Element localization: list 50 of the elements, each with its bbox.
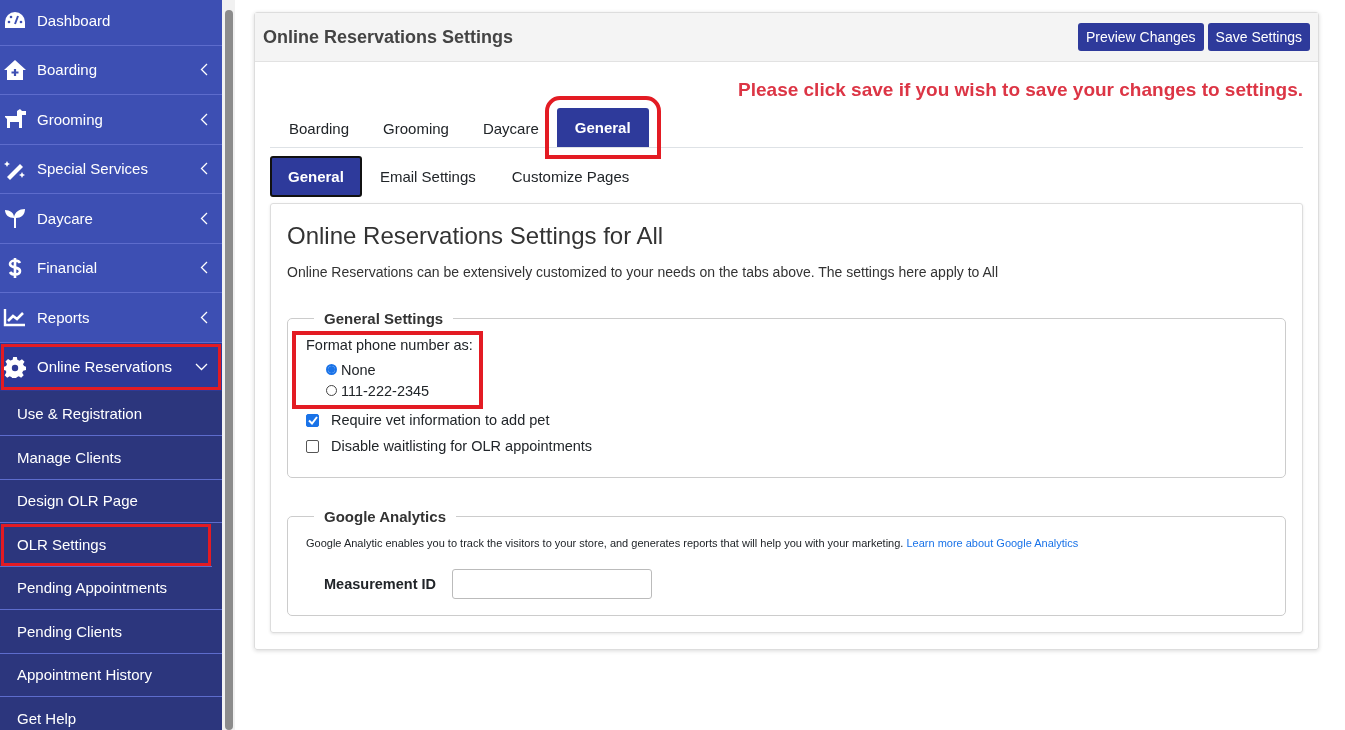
- gauge-icon: [3, 10, 27, 31]
- checkbox-label: Require vet information to add pet: [331, 412, 550, 428]
- chevron-left-icon: [200, 112, 208, 126]
- checkbox[interactable]: [306, 439, 319, 453]
- gear-icon: [3, 355, 27, 378]
- option-label: None: [341, 361, 376, 378]
- chevron-left-icon: [200, 310, 208, 324]
- measurement-id-field[interactable]: [452, 569, 652, 599]
- save-notice: Please click save if you wish to save your changes to settings.: [737, 78, 1303, 101]
- sidebar-item[interactable]: Dashboard: [0, 0, 222, 46]
- preview-button[interactable]: Preview Changes: [1077, 23, 1204, 51]
- tab[interactable]: Boarding: [272, 110, 367, 147]
- chevron-left-icon: [200, 261, 208, 275]
- dog-icon: [3, 108, 27, 131]
- tab[interactable]: General: [556, 108, 649, 147]
- chevron-left-icon: [200, 211, 208, 225]
- checkbox-label: Disable waitlisting for OLR appointments: [331, 438, 593, 454]
- subtab[interactable]: Customize Pages: [493, 156, 648, 197]
- sidebar-item[interactable]: Daycare: [0, 194, 222, 244]
- chevron-down-icon: [195, 362, 208, 371]
- learn-more-link[interactable]: Learn more about Google Analytics: [906, 537, 1079, 549]
- sidebar-item[interactable]: Online Reservations: [0, 342, 222, 391]
- tab[interactable]: Grooming: [366, 110, 466, 147]
- field-label: Measurement ID: [324, 576, 436, 592]
- card-heading: Online Reservations Settings for All: [287, 222, 665, 250]
- tab[interactable]: Daycare: [465, 110, 556, 147]
- chevron-left-icon: [200, 162, 208, 176]
- sidebar-item[interactable]: Grooming: [0, 95, 222, 145]
- line-chart-icon: [3, 306, 27, 329]
- field-label: Format phone number as:: [306, 337, 473, 353]
- chevron-left-icon: [200, 63, 208, 77]
- scrollbar[interactable]: [222, 0, 235, 730]
- subtab[interactable]: Email Settings: [361, 156, 494, 197]
- sidebar-item[interactable]: Special Services: [0, 144, 222, 194]
- sidebar-item[interactable]: Reports: [0, 293, 222, 343]
- panel-title: Online Reservations Settings: [263, 26, 514, 48]
- sidebar-item[interactable]: Boarding: [0, 45, 222, 95]
- analytics-description: Google Analytic enables you to track the visitors to your store, and generates reports that will help you with your marketing. Learn more about Google Analytics: [306, 537, 1080, 549]
- sprout-icon: [3, 207, 27, 230]
- sidebar-item[interactable]: Financial: [0, 243, 222, 293]
- house-icon: [3, 58, 27, 81]
- card-description: Online Reservations can be extensively customized to your needs on the tabs above. The settings here apply to All: [287, 264, 1000, 280]
- radio-button[interactable]: [326, 364, 337, 375]
- group-legend: General Settings: [314, 310, 454, 327]
- checkbox[interactable]: [306, 413, 319, 427]
- save-button[interactable]: Save Settings: [1207, 23, 1310, 51]
- group-legend: Google Analytics: [314, 508, 456, 525]
- option-label: 111-222-2345: [341, 382, 430, 399]
- subtab[interactable]: General: [270, 156, 362, 197]
- sidebar-subitem[interactable]: OLR Settings: [0, 523, 212, 567]
